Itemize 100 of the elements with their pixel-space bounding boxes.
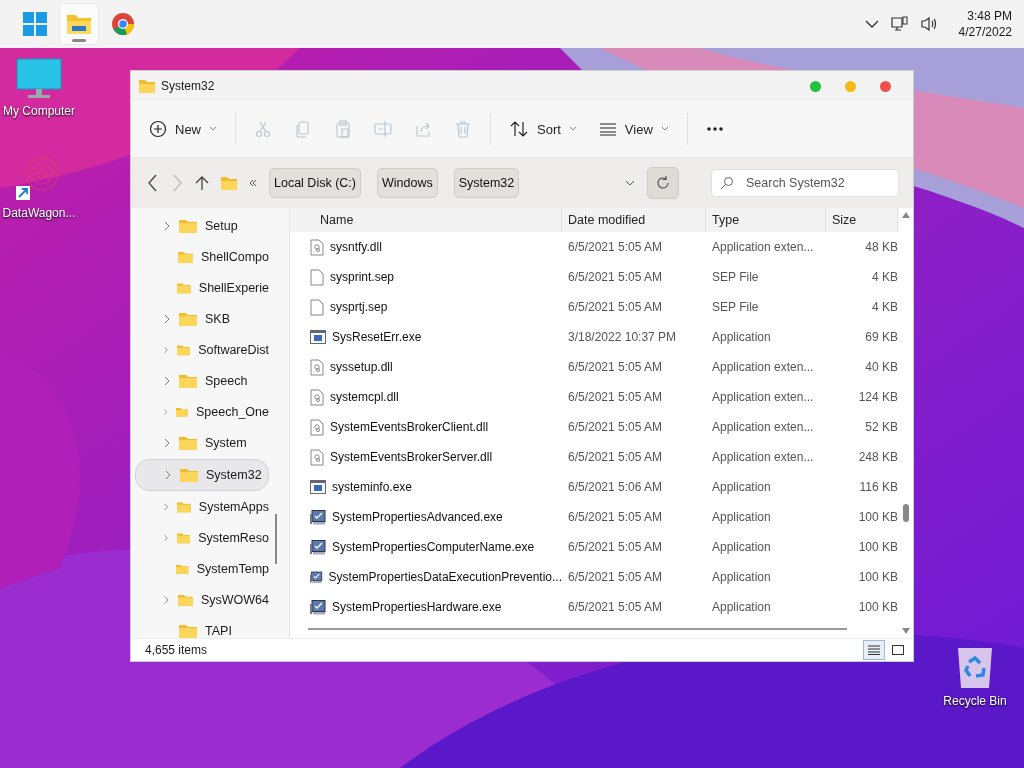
file-name[interactable]: sysprint.sep [330, 270, 395, 284]
clipboard-icon [334, 120, 352, 138]
file-name[interactable]: systemcpl.dll [330, 390, 399, 404]
sidebar-item[interactable]: TAPI [135, 616, 269, 638]
computer-check-icon [310, 539, 326, 555]
type-cell-text: Application [711, 570, 772, 584]
date-cell-text: 6/5/2021 5:05 AM [567, 360, 664, 374]
type-cell-text: Application [711, 540, 772, 554]
size-cell-text: 100 KB [857, 510, 898, 524]
refresh-button[interactable] [647, 167, 679, 199]
scissors-icon [254, 120, 272, 138]
shortcut-icon[interactable] [16, 156, 62, 202]
file-name[interactable]: sysprtj.sep [330, 300, 388, 314]
breadcrumb[interactable]: System32 [453, 168, 520, 198]
date-cell-text: 6/5/2021 5:05 AM [567, 390, 664, 404]
search-field[interactable]: Search System32 [711, 169, 899, 197]
speaker-icon[interactable] [920, 16, 939, 32]
sidebar-item[interactable]: System32 [135, 459, 269, 491]
column-header[interactable]: Name [290, 208, 562, 232]
chevron-right-icon [163, 376, 171, 386]
file-name[interactable]: SysResetErr.exe [332, 330, 422, 344]
chevron-right-icon [164, 470, 172, 480]
close-button[interactable] [880, 80, 891, 92]
scrollbar-thumb[interactable] [903, 504, 909, 522]
size-cell-text: 40 KB [864, 360, 898, 374]
size-cell-text: 100 KB [857, 570, 898, 584]
file-name[interactable]: sysntfy.dll [330, 240, 382, 254]
dll-file-icon [310, 388, 324, 406]
sidebar-item[interactable]: SysWOW64 [135, 585, 269, 615]
file-name[interactable]: SystemPropertiesAdvanced.exe [332, 510, 503, 524]
monitor-icon[interactable] [16, 58, 62, 100]
scroll-up-icon[interactable] [902, 212, 910, 218]
up-arrow-icon[interactable] [195, 175, 209, 191]
file-name[interactable]: SystemEventsBrokerServer.dll [330, 450, 493, 464]
breadcrumb[interactable]: Local Disk (C:) [269, 168, 361, 198]
folder-icon [177, 250, 193, 264]
file-name[interactable]: systeminfo.exe [332, 480, 413, 494]
size-cell-text: 4 KB [871, 300, 898, 314]
sidebar-item[interactable]: System [135, 428, 269, 458]
sidebar-item[interactable]: Speech [135, 366, 269, 396]
chevron-up-icon[interactable] [864, 19, 879, 29]
type-cell-text: Application [711, 510, 772, 524]
folder-icon[interactable] [66, 12, 92, 36]
sidebar-item[interactable]: Setup [135, 211, 269, 241]
clock-date: 4/27/2022 [958, 24, 1012, 40]
sidebar-item[interactable]: ShellExperie [135, 273, 269, 303]
file-name[interactable]: SystemPropertiesDataExecutionPreventio... [328, 570, 562, 584]
date-cell-text: 6/5/2021 5:06 AM [567, 480, 664, 494]
window-title: System32 [161, 79, 215, 93]
back-icon[interactable] [147, 174, 159, 192]
windows-logo-icon[interactable] [23, 12, 47, 36]
sidebar-item[interactable]: SystemApps [135, 492, 269, 522]
folder-icon [179, 374, 197, 388]
date-cell-text: 6/5/2021 5:05 AM [567, 600, 664, 614]
column-header[interactable]: Size [826, 208, 898, 232]
browser-icon[interactable] [111, 12, 135, 36]
clock-time: 3:48 PM [967, 8, 1012, 24]
sidebar-item[interactable]: SystemTemp [135, 554, 269, 584]
chevron-right-icon [163, 438, 171, 448]
sidebar-item[interactable]: SystemReso [135, 523, 269, 553]
sidebar-item[interactable]: SKB [135, 304, 269, 334]
folder-icon [176, 343, 191, 357]
folder-icon [139, 79, 155, 93]
recycle-bin-icon[interactable] [956, 646, 994, 690]
file-name[interactable]: syssetup.dll [330, 360, 393, 374]
type-cell-text: SEP File [711, 300, 760, 314]
overflow-chevrons-icon[interactable] [249, 179, 257, 187]
date-cell-text: 6/5/2021 5:05 AM [567, 240, 664, 254]
new-button[interactable]: New [141, 114, 225, 144]
breadcrumb[interactable]: Windows [376, 168, 438, 198]
caret-icon [209, 126, 217, 132]
file-name[interactable]: SystemPropertiesHardware.exe [332, 600, 502, 614]
folder-icon [176, 562, 189, 576]
caret-icon [660, 126, 669, 132]
sidebar-item[interactable]: Speech_One [135, 397, 269, 427]
details-view-button[interactable] [863, 640, 885, 660]
sidebar-item[interactable]: ShellCompo [135, 242, 269, 272]
desktop-icon-label[interactable]: Recycle Bin [943, 694, 1007, 708]
date-cell-text: 3/18/2022 10:37 PM [567, 330, 678, 344]
type-cell-text: Application [711, 600, 772, 614]
network-icon[interactable] [890, 16, 909, 32]
folder-icon [221, 176, 237, 190]
sort-button[interactable]: Sort [501, 114, 585, 144]
sidebar-item[interactable]: SoftwareDist [135, 335, 269, 365]
file-icon [310, 268, 324, 286]
scrollbar[interactable] [275, 514, 277, 564]
desktop-icon-label[interactable]: My Computer [3, 104, 75, 118]
dropdown-caret-icon[interactable] [625, 180, 635, 186]
file-name[interactable]: SystemPropertiesComputerName.exe [332, 540, 535, 554]
column-header[interactable]: Type [706, 208, 826, 232]
scrollbar[interactable] [308, 628, 847, 630]
size-cell-text: 248 KB [857, 450, 898, 464]
item-count: 4,655 items [145, 643, 208, 657]
column-header[interactable]: Date modified [562, 208, 706, 232]
desktop-icon-label[interactable]: DataWagon... [2, 206, 76, 220]
maximize-button[interactable] [810, 80, 821, 92]
size-cell-text: 100 KB [857, 600, 898, 614]
file-name[interactable]: SystemEventsBrokerClient.dll [330, 420, 489, 434]
view-button[interactable]: View [590, 115, 677, 143]
folder-icon [180, 468, 198, 482]
